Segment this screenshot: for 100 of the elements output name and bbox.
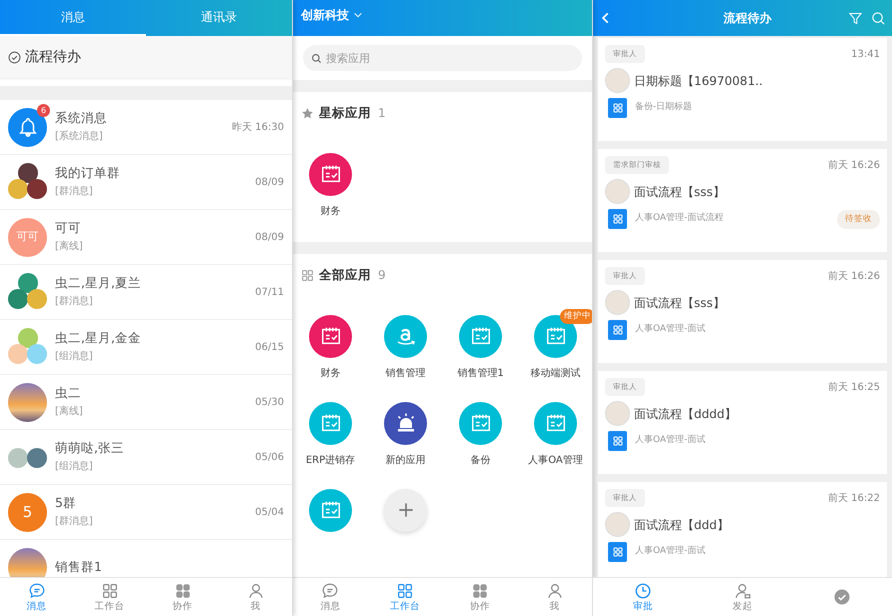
grid-icon [396,582,414,600]
nav-tab[interactable]: 我 [219,578,292,616]
clock-icon [634,582,652,600]
nav-tab[interactable]: 工作台 [73,578,146,616]
conversation-preview: [组消息] [55,460,94,474]
task-title: 面试流程【sss】 [634,184,725,200]
chevron-down-icon [353,10,363,20]
avatar-placeholder [605,401,630,426]
chat-icon [28,582,46,600]
app-icon[interactable] [384,402,427,444]
blocks-icon [470,582,489,600]
screen-title: 流程待办 [724,10,772,27]
task-title: 面试流程【sss】 [634,294,725,312]
conversation-row[interactable]: 虫二,星月,夏兰 [群消息] 07/11 [0,265,292,320]
task-time: 13:41 [851,48,880,62]
app-icon[interactable] [309,314,352,358]
blocks-icon [174,582,192,600]
section-count: 1 [378,105,386,122]
conversation-preview: [组消息] [55,350,94,364]
conversation-preview: [系统消息] [55,130,104,144]
person-icon [246,582,264,600]
grid-icon [301,268,314,282]
conversation-row[interactable]: 我的订单群 [群消息] 08/09 [0,155,292,210]
conversation-time: 05/04 [255,506,284,520]
avatar-placeholder [605,179,630,204]
conversation-time: 昨天 16:30 [232,120,284,134]
app-label: 新的应用 [386,454,426,466]
task-source: 人事OA管理-面试 [635,545,706,558]
section-count: 9 [378,267,386,284]
nav-tab[interactable]: 我 [517,578,592,616]
app-label: 人事OA管理 [528,454,583,466]
conversation-time: 05/30 [255,396,284,410]
grid-icon [100,582,118,600]
calendar-check-icon [544,412,566,434]
section-title: 星标应用 [319,104,371,122]
calendar-check-icon [320,499,342,521]
company-switcher[interactable]: 创新科技 [301,6,363,24]
conversation-row[interactable]: 5 5群 [群消息] 05/04 [0,485,292,540]
person-icon [546,582,564,600]
task-source: 人事OA管理-面试 [635,434,706,448]
check-circle-icon [8,50,21,64]
conversation-preview: [群消息] [55,185,94,199]
photo-placeholder [8,382,47,422]
conversation-row[interactable]: 可可 可可 [离线] 08/09 [0,210,292,265]
grid-icon [612,546,624,558]
conversation-name: 虫二,星月,夏兰 [55,275,141,291]
app-label: ERP进销存 [306,454,356,466]
conversation-name: 系统消息 [55,110,107,126]
task-title: 日期标题【16970081.. [634,72,763,90]
task-time: 前天 16:26 [828,158,880,172]
conversation-row[interactable]: 虫二 [离线] 05/30 [0,375,292,430]
nav-tab[interactable]: 消息 [293,578,368,616]
task-source: 人事OA管理-面试流程 [635,212,724,226]
conversation-preview: [群消息] [55,295,94,309]
chat-icon [321,582,340,600]
person-search-icon [734,582,752,600]
conversation-row[interactable]: 萌萌哒,张三 [组消息] 05/06 [0,430,292,485]
search-icon[interactable] [871,10,886,26]
avatar-placeholder [605,68,630,93]
conversation-row[interactable]: 虫二,星月,金金 [组消息] 06/15 [0,320,292,375]
task-time: 前天 16:26 [828,270,880,284]
avatar-placeholder [605,290,630,315]
conversation-name: 虫二,星月,金金 [55,330,141,346]
calendar-check-icon [470,325,492,347]
task-title: 面试流程【ddd】 [634,516,729,534]
conversation-preview: [离线] [55,240,83,254]
app-label: 移动端测试 [530,368,580,380]
app-label: 销售管理1 [457,368,504,380]
conversation-time: 07/11 [255,286,284,300]
calendar-check-icon [470,412,492,434]
conversation-name: 萌萌哒,张三 [55,440,124,456]
add-app-button[interactable] [384,488,427,532]
search-field[interactable]: 搜索应用 [303,45,582,71]
nav-tab[interactable]: 发起 [692,578,792,616]
app-label: 销售管理 [386,368,426,380]
app-label: 财务 [320,368,340,380]
app-label: 财务 [320,206,340,218]
todo-entry[interactable]: 流程待办 [0,36,292,78]
nav-tab[interactable]: 协作 [146,578,219,616]
grid-icon [612,102,624,114]
grid-icon [612,435,624,447]
calendar-check-icon [544,325,566,347]
avatar: 可可 [8,218,47,256]
grid-icon [612,324,624,336]
app-icon[interactable] [309,152,352,196]
conversation-time: 05/06 [255,450,284,464]
check-circle-icon [833,588,852,606]
app-label: 备份 [470,454,490,466]
conversation-row[interactable]: 6 系统消息 [系统消息] 昨天 16:30 [0,100,292,155]
bell-icon [16,116,38,138]
task-title: 面试流程【dddd】 [634,406,736,422]
nav-tab[interactable]: 消息 [0,578,73,616]
conversation-name: 销售群1 [55,559,102,575]
conversation-name: 虫二 [55,385,82,401]
filter-icon[interactable] [848,10,863,26]
conversation-preview: [离线] [55,405,83,419]
grid-icon [612,213,624,225]
task-time: 前天 16:22 [828,492,880,506]
nav-tab[interactable]: 协作 [442,578,518,616]
status-pill: 待签收 [837,210,880,228]
